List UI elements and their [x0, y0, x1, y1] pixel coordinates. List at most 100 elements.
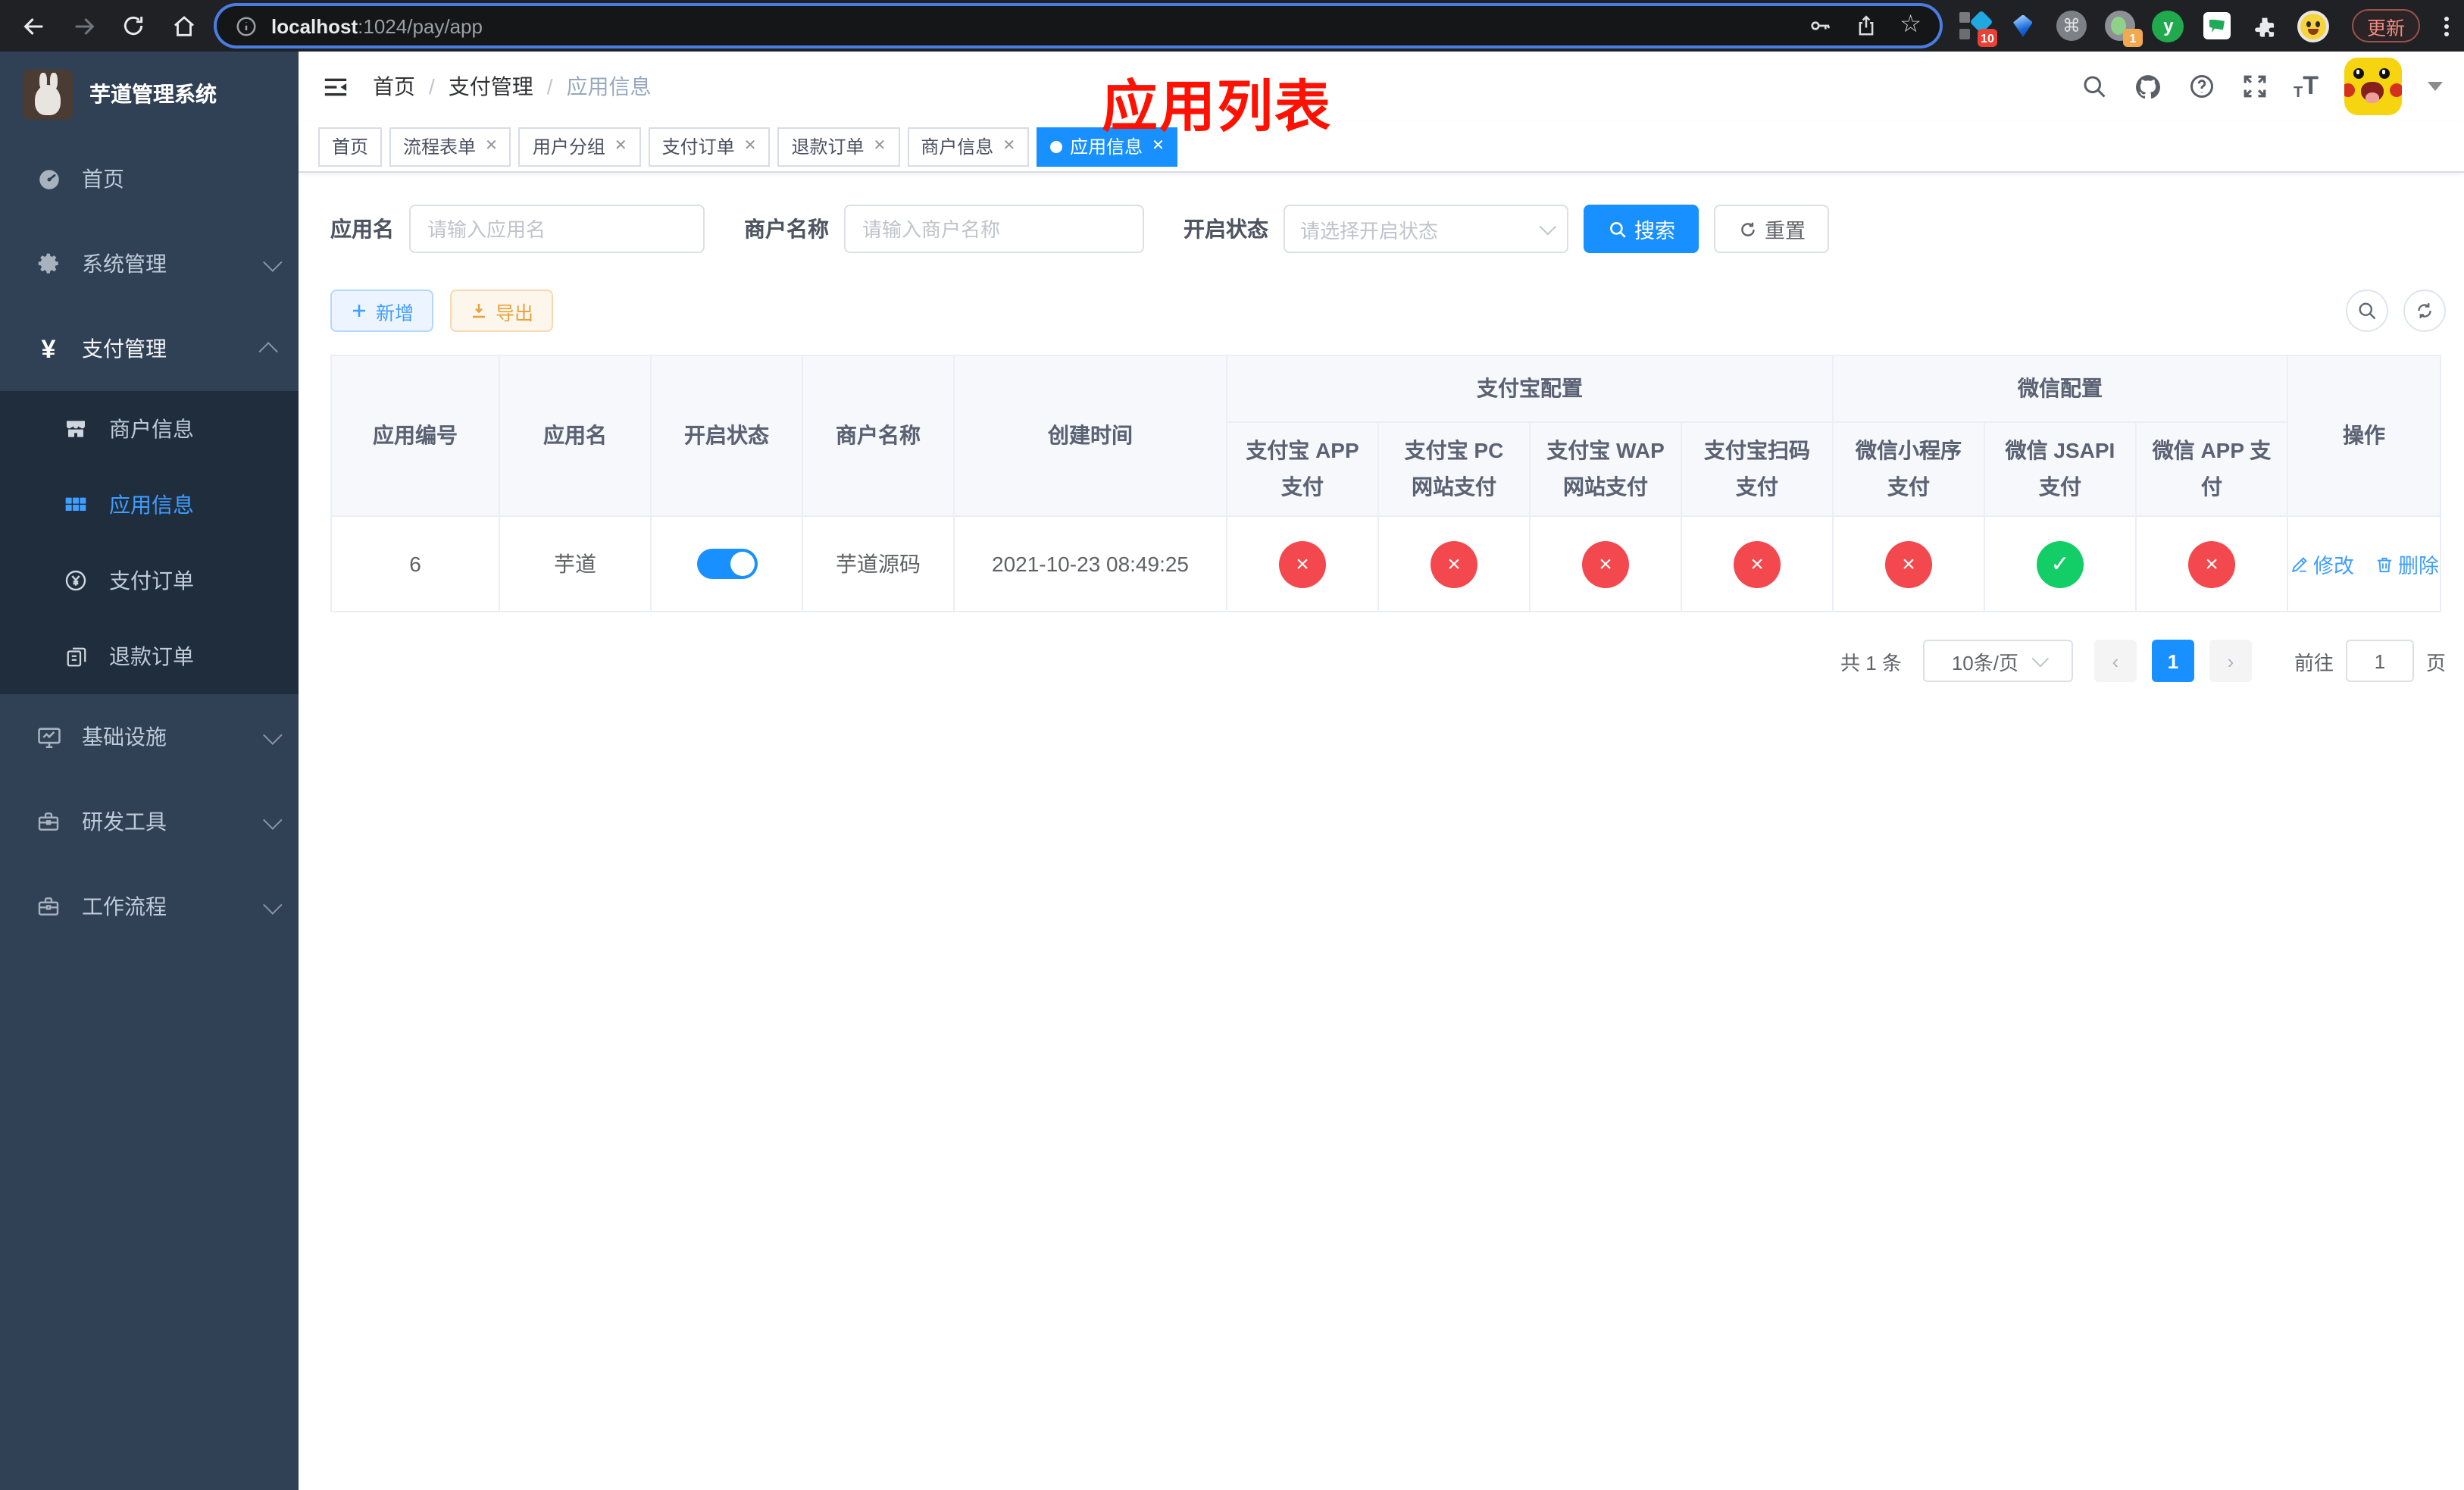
- site-info-icon[interactable]: [235, 14, 258, 37]
- tab-user-group[interactable]: 用户分组 ✕: [518, 127, 641, 166]
- browser-toolbar: localhost:1024/pay/app ☆ 10 ⌘ 1 y 更新: [0, 0, 2464, 52]
- app-name-input[interactable]: [409, 205, 705, 253]
- extension-camera-icon[interactable]: 1: [2103, 9, 2143, 47]
- tab-merchant-info[interactable]: 商户信息 ✕: [907, 127, 1030, 166]
- sidebar-item-workflow[interactable]: 工作流程: [0, 864, 299, 949]
- app-table: 应用编号 应用名 开启状态 商户名称 创建时间 支付宝配置 微信配置 操作 支付…: [330, 355, 2446, 612]
- font-size-icon[interactable]: TT: [2294, 71, 2319, 102]
- breadcrumb-home[interactable]: 首页: [373, 71, 415, 102]
- tab-pay-order[interactable]: 支付订单 ✕: [648, 127, 771, 166]
- sidebar: 芋道管理系统 首页 系统管理 ¥ 支付管理 商户信息 应用信息 支付订单 退款订…: [0, 52, 299, 1490]
- extension-badge: 10: [1977, 29, 1997, 47]
- grid-icon: [58, 493, 94, 517]
- close-icon[interactable]: ✕: [874, 138, 886, 155]
- col-alipay-pc: 支付宝 PC 网站支付: [1377, 421, 1531, 517]
- sidebar-item-label: 基础设施: [82, 725, 167, 749]
- delete-link[interactable]: 删除: [2374, 549, 2439, 579]
- sidebar-logo[interactable]: 芋道管理系统: [0, 52, 299, 136]
- extension-gem-icon[interactable]: [2006, 9, 2040, 42]
- sidebar-item-label: 工作流程: [82, 894, 167, 919]
- close-icon[interactable]: ✕: [1002, 138, 1015, 155]
- share-icon[interactable]: [1854, 14, 1877, 38]
- refresh-button[interactable]: [2403, 290, 2446, 332]
- prev-page-button[interactable]: ‹: [2093, 640, 2137, 682]
- next-page-button[interactable]: ›: [2209, 640, 2252, 682]
- alipay-app-status-icon: ×: [1279, 540, 1326, 587]
- extensions-puzzle-icon[interactable]: [2249, 9, 2282, 42]
- export-button[interactable]: 导出: [450, 290, 553, 332]
- url-path: :1024/pay/app: [358, 14, 483, 37]
- cell-app-name: 芋道: [499, 515, 652, 612]
- chevron-down-icon: [1539, 218, 1557, 236]
- tab-home[interactable]: 首页: [318, 127, 383, 166]
- sidebar-item-pay-order[interactable]: 支付订单: [0, 543, 299, 618]
- merchant-name-input[interactable]: [844, 205, 1144, 253]
- sidebar-collapse-icon[interactable]: [323, 74, 349, 99]
- top-navbar: 首页 / 支付管理 / 应用信息 T T: [299, 52, 2464, 121]
- sidebar-item-merchant-info[interactable]: 商户信息: [0, 391, 299, 467]
- page-1-button[interactable]: 1: [2151, 640, 2194, 682]
- browser-menu-icon[interactable]: [2444, 16, 2449, 36]
- toolbox-icon: [30, 894, 67, 919]
- tab-refund-order[interactable]: 退款订单 ✕: [777, 127, 900, 166]
- back-icon[interactable]: [15, 8, 52, 44]
- page-size-select[interactable]: 10条/页: [1922, 640, 2073, 682]
- storefront-icon: [58, 417, 94, 441]
- forward-icon[interactable]: [65, 8, 102, 44]
- col-app-id: 应用编号: [330, 355, 500, 517]
- close-icon[interactable]: ✕: [485, 138, 498, 155]
- status-select[interactable]: 请选择开启状态: [1284, 205, 1568, 253]
- show-search-button[interactable]: [2346, 290, 2388, 332]
- goto-page-input[interactable]: [2345, 640, 2414, 682]
- home-icon[interactable]: [165, 8, 202, 44]
- tab-process-form[interactable]: 流程表单 ✕: [389, 127, 511, 166]
- tab-app-info[interactable]: 应用信息 ✕: [1037, 127, 1178, 166]
- pay-submenu: 商户信息 应用信息 支付订单 退款订单: [0, 391, 299, 694]
- search-button[interactable]: 搜索: [1584, 205, 1699, 253]
- browser-update-button[interactable]: 更新: [2351, 9, 2420, 42]
- sidebar-item-devtools[interactable]: 研发工具: [0, 779, 299, 864]
- close-icon[interactable]: ✕: [614, 138, 627, 155]
- col-actions: 操作: [2287, 355, 2441, 517]
- chevron-down-icon: [2031, 650, 2050, 668]
- user-menu-caret-icon[interactable]: [2428, 82, 2443, 91]
- alipay-wap-status-icon: ×: [1582, 540, 1629, 587]
- status-toggle[interactable]: [696, 549, 757, 579]
- breadcrumb-separator: /: [429, 74, 435, 99]
- fullscreen-icon[interactable]: [2240, 73, 2268, 100]
- bookmark-star-icon[interactable]: ☆: [1900, 13, 1921, 38]
- github-icon[interactable]: [2133, 72, 2162, 101]
- close-icon[interactable]: ✕: [744, 138, 757, 155]
- help-icon[interactable]: [2187, 73, 2215, 100]
- extension-command-icon[interactable]: ⌘: [2055, 9, 2088, 42]
- reload-icon[interactable]: [115, 8, 152, 44]
- reset-button[interactable]: 重置: [1714, 205, 1829, 253]
- url-host: localhost: [271, 14, 358, 37]
- sidebar-item-app-info[interactable]: 应用信息: [0, 467, 299, 543]
- sidebar-item-label: 支付管理: [82, 337, 167, 361]
- sidebar-item-label: 系统管理: [82, 252, 167, 276]
- status-select-placeholder: 请选择开启状态: [1300, 219, 1439, 242]
- alipay-qr-status-icon: ×: [1734, 540, 1781, 587]
- col-group-wechat: 微信配置: [1832, 355, 2288, 423]
- cell-status: [650, 515, 803, 612]
- close-icon[interactable]: ✕: [1152, 138, 1165, 155]
- profile-avatar-icon[interactable]: [2297, 9, 2331, 42]
- url-bar[interactable]: localhost:1024/pay/app ☆: [217, 6, 1940, 45]
- sidebar-item-home[interactable]: 首页: [0, 136, 299, 221]
- col-create-time: 创建时间: [953, 355, 1227, 517]
- sidebar-item-refund-order[interactable]: 退款订单: [0, 618, 299, 694]
- header-search-icon[interactable]: [2080, 73, 2107, 100]
- extension-y-icon[interactable]: y: [2152, 9, 2185, 42]
- password-key-icon[interactable]: [1807, 14, 1831, 38]
- add-button[interactable]: 新增: [330, 290, 433, 332]
- user-avatar[interactable]: [2344, 58, 2402, 115]
- edit-link[interactable]: 修改: [2289, 549, 2354, 579]
- sidebar-item-pay[interactable]: ¥ 支付管理: [0, 306, 299, 391]
- extension-diamond-icon[interactable]: 10: [1958, 9, 1997, 47]
- page-unit-label: 页: [2425, 651, 2446, 674]
- sidebar-item-system[interactable]: 系统管理: [0, 221, 299, 306]
- sidebar-item-infra[interactable]: 基础设施: [0, 694, 299, 779]
- sidebar-item-label: 研发工具: [82, 809, 167, 834]
- extension-chat-icon[interactable]: [2200, 9, 2234, 42]
